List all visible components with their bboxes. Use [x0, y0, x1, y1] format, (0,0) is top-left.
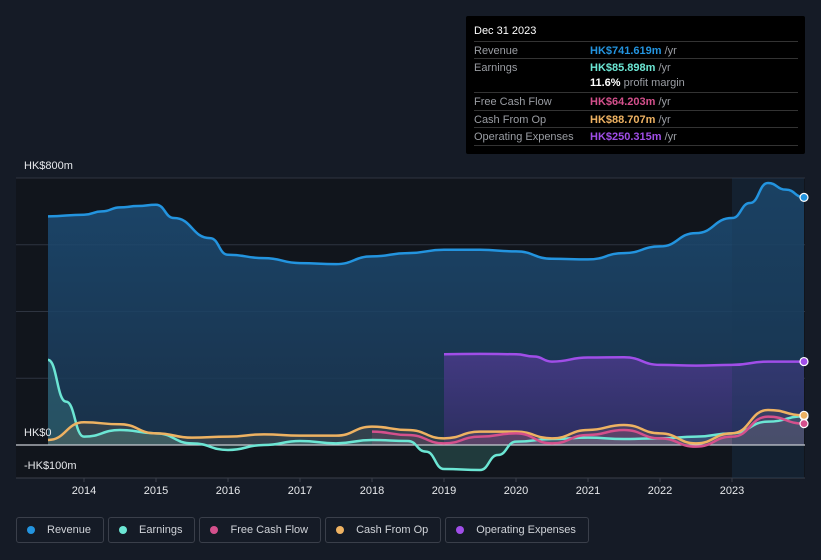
tooltip-value: HK$64.203m /yr	[590, 96, 671, 108]
legend-label: Earnings	[139, 524, 183, 536]
legend-item-cash-from-op[interactable]: Cash From Op	[325, 517, 442, 543]
y-tick-label-neg100: -HK$100m	[24, 460, 77, 472]
x-tick-label: 2023	[720, 485, 744, 497]
x-tick-label: 2022	[648, 485, 672, 497]
y-tick-label-0: HK$0	[24, 427, 52, 439]
legend-dot-icon	[210, 526, 219, 534]
free-cash-flow-end-marker	[799, 419, 809, 429]
tooltip-value: HK$250.315m /yr	[590, 131, 677, 143]
legend-dot-icon	[119, 526, 128, 534]
revenue-end-marker	[799, 192, 809, 202]
legend-label: Cash From Op	[356, 524, 429, 536]
legend-label: Free Cash Flow	[230, 524, 309, 536]
legend-label: Revenue	[47, 524, 92, 536]
cash-from-op-end-marker	[799, 410, 809, 420]
tooltip-row-earnings: Earnings HK$85.898m /yr	[474, 58, 798, 76]
legend-item-free-cash-flow[interactable]: Free Cash Flow	[199, 517, 322, 543]
tooltip-profit-margin: 11.6% profit margin	[590, 77, 685, 89]
legend-dot-icon	[336, 526, 345, 534]
tooltip-label: Revenue	[474, 45, 519, 57]
x-tick-label: 2019	[432, 485, 456, 497]
legend-dot-icon	[456, 526, 465, 534]
tooltip-value: HK$88.707m /yr	[590, 114, 671, 126]
tooltip-label: Operating Expenses	[474, 131, 574, 143]
tooltip-row-free-cash-flow: Free Cash Flow HK$64.203m /yr	[474, 92, 798, 110]
tooltip-row-revenue: Revenue HK$741.619m /yr	[474, 41, 798, 59]
legend-dot-icon	[27, 526, 35, 534]
tooltip-date: Dec 31 2023	[474, 25, 537, 37]
tooltip-label: Free Cash Flow	[474, 96, 552, 108]
operating-expenses-end-marker	[799, 356, 809, 367]
tooltip-panel: Dec 31 2023 Revenue HK$741.619m /yr Earn…	[466, 16, 805, 154]
x-tick-label: 2021	[576, 485, 600, 497]
legend-item-operating-expenses[interactable]: Operating Expenses	[445, 517, 589, 543]
tooltip-label: Cash From Op	[474, 114, 547, 126]
tooltip-value: HK$741.619m /yr	[590, 45, 677, 57]
chart-legend: Revenue Earnings Free Cash Flow Cash Fro…	[16, 517, 589, 543]
tooltip-value: HK$85.898m /yr	[590, 62, 671, 74]
x-axis-ticks: 2014 2015 2016 2017 2018 2019 2020 2021 2022 2023	[72, 478, 744, 497]
x-tick-label: 2020	[504, 485, 528, 497]
x-tick-label: 2017	[288, 485, 312, 497]
legend-item-revenue[interactable]: Revenue	[16, 517, 105, 543]
x-tick-label: 2016	[216, 485, 240, 497]
tooltip-label: Earnings	[474, 62, 518, 74]
x-tick-label: 2015	[144, 485, 168, 497]
x-tick-label: 2018	[360, 485, 384, 497]
y-tick-label-800: HK$800m	[24, 160, 73, 172]
legend-label: Operating Expenses	[476, 524, 576, 536]
tooltip-row-cash-from-op: Cash From Op HK$88.707m /yr	[474, 110, 798, 128]
tooltip-row-operating-expenses: Operating Expenses HK$250.315m /yr	[474, 127, 798, 146]
x-tick-label: 2014	[72, 485, 96, 497]
legend-item-earnings[interactable]: Earnings	[108, 517, 196, 543]
